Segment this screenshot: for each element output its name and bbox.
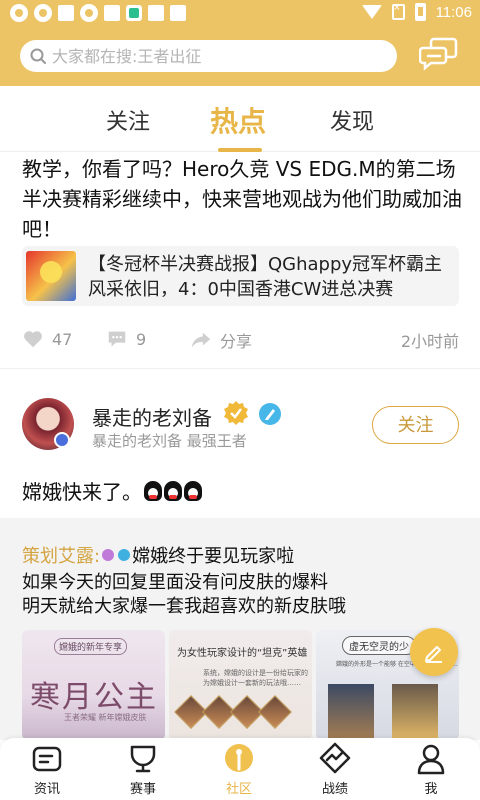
post-actions: 47 9 分享 2小时前	[22, 328, 459, 352]
no-sim-icon	[391, 2, 405, 20]
post-divider	[0, 368, 480, 369]
search-input[interactable]	[52, 46, 372, 66]
nav-community[interactable]: 社区	[204, 742, 274, 797]
notification-icons	[10, 4, 186, 22]
hero-portraits	[174, 695, 292, 729]
tab-indicator	[218, 148, 262, 152]
image-notification-icon	[104, 5, 120, 21]
comment-button[interactable]: 9	[106, 328, 146, 350]
qq-emoji-icon	[144, 480, 162, 501]
share-label: 分享	[220, 332, 253, 351]
battery-icon	[414, 3, 426, 21]
blank-notification-icon	[170, 5, 186, 21]
search-bar[interactable]	[20, 40, 397, 72]
trophy-icon	[130, 745, 156, 773]
messages-icon[interactable]	[419, 36, 459, 72]
article-title: 【冬冠杯半决赛战报】QGhappy冠军杯霸主风采依旧，4：0中国香港CW进总决赛	[88, 254, 443, 300]
qq-emoji-icon	[164, 480, 182, 501]
post-text[interactable]: 嫦娥快来了。	[22, 476, 202, 505]
creator-badge-icon	[118, 549, 131, 561]
comment-count: 9	[136, 329, 147, 349]
post-time: 2小时前	[400, 332, 459, 351]
search-icon	[30, 48, 46, 64]
status-bar: 11:06	[0, 0, 480, 26]
post-image[interactable]: 嫦娥的新年专享 寒月公主 王者荣耀 新年嫦娥皮肤	[22, 630, 165, 740]
follow-button[interactable]: 关注	[372, 406, 459, 444]
quote-line: 如果今天的回复里面没有问皮肤的爆料	[22, 572, 328, 593]
linked-article-card[interactable]: 【冬冠杯半决赛战报】QGhappy冠军杯霸主风采依旧，4：0中国香港CW进总决赛	[22, 246, 459, 306]
share-icon	[191, 332, 211, 348]
gender-badge-icon	[54, 432, 70, 448]
wifi-icon	[361, 5, 382, 19]
chat-notification-icon	[10, 4, 28, 22]
blank-notification-icon	[58, 5, 74, 21]
chat-notification-icon	[80, 4, 98, 22]
rank-badge-icon	[102, 549, 115, 561]
article-thumbnail	[26, 251, 76, 301]
share-button[interactable]: 分享	[190, 328, 252, 352]
user-subtitle: 暴走的老刘备 最强王者	[92, 432, 247, 450]
quote-author[interactable]: 策划艾露:	[22, 542, 100, 568]
chat-notification-icon	[34, 4, 52, 22]
creator-badge-icon	[259, 403, 281, 425]
like-count: 47	[52, 329, 73, 349]
nav-news[interactable]: 资讯	[12, 742, 82, 797]
app-notification-icon	[126, 5, 142, 21]
quote-line: 明天就给大家爆一套我超喜欢的新皮肤哦	[22, 596, 346, 617]
blank-notification-icon	[148, 5, 164, 21]
nav-profile[interactable]: 我	[396, 742, 466, 797]
compose-button[interactable]	[410, 628, 458, 676]
quote-line: 策划艾露: 嫦娥终于要见玩家啦	[22, 542, 294, 568]
news-icon	[32, 746, 62, 772]
stats-icon	[319, 742, 351, 774]
tab-discover[interactable]: 发现	[330, 104, 374, 136]
feed-tabs: 关注 热点 发现	[0, 86, 480, 152]
quoted-post[interactable]: 策划艾露: 嫦娥终于要见玩家啦 如果今天的回复里面没有问皮肤的爆料 明天就给大家…	[0, 518, 480, 740]
pencil-icon	[425, 646, 442, 663]
comment-icon	[108, 331, 126, 347]
tab-following[interactable]: 关注	[106, 104, 150, 136]
tab-hot[interactable]: 热点	[210, 100, 266, 140]
nav-stats[interactable]: 战绩	[300, 742, 370, 797]
verified-badge-icon	[224, 401, 248, 425]
status-time: 11:06	[435, 3, 472, 21]
post-text[interactable]: 教学，你看了吗？Hero久竞 VS EDG.M的第二场半决赛精彩继续中，快来营地…	[22, 154, 462, 244]
like-button[interactable]: 47	[22, 328, 72, 350]
header: 11:06	[0, 0, 480, 86]
qq-emoji-icon	[184, 480, 202, 501]
bottom-nav: 资讯 赛事 社区 战绩 我	[0, 738, 480, 800]
heart-icon	[24, 331, 42, 348]
username[interactable]: 暴走的老刘备	[92, 402, 212, 431]
community-icon	[225, 744, 253, 772]
nav-events[interactable]: 赛事	[108, 742, 178, 797]
profile-icon	[417, 744, 445, 775]
post-image[interactable]: 为女性玩家设计的“坦克”英雄 系统，嫦娥的设计是一份给玩家的 为嫦娥设计一套新的…	[169, 630, 312, 740]
